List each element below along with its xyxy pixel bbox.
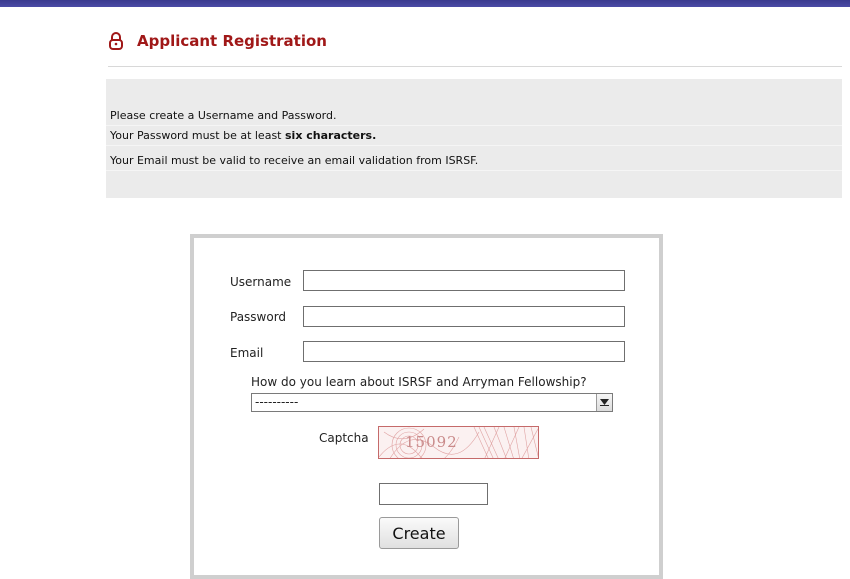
- title-divider: [108, 66, 842, 67]
- captcha-input[interactable]: [379, 483, 488, 505]
- instructions-panel: Please create a Username and Password. Y…: [106, 79, 842, 198]
- email-label: Email: [230, 346, 264, 360]
- page-title: Applicant Registration: [137, 32, 327, 50]
- username-input[interactable]: [303, 270, 625, 291]
- top-bar: [0, 0, 850, 7]
- instruction-line: Please create a Username and Password.: [106, 106, 842, 126]
- source-select[interactable]: ----------: [251, 393, 613, 412]
- email-input[interactable]: [303, 341, 625, 362]
- chevron-down-icon: [600, 399, 609, 406]
- password-label: Password: [230, 310, 287, 324]
- page-header: Applicant Registration: [108, 28, 327, 54]
- instruction-emphasis: six characters.: [285, 129, 377, 142]
- captcha-label: Captcha: [319, 431, 369, 445]
- captcha-noise: [379, 427, 538, 458]
- captcha-code: 15092: [405, 433, 458, 451]
- instruction-line: Your Password must be at least six chara…: [106, 126, 842, 146]
- username-label: Username: [230, 275, 292, 289]
- source-select-value: ----------: [255, 395, 299, 409]
- captcha-image: 15092: [378, 426, 539, 459]
- source-question-label: How do you learn about ISRSF and Arryman…: [251, 375, 587, 389]
- dropdown-arrow-icon[interactable]: [596, 394, 612, 411]
- instruction-text: Your Password must be at least: [110, 129, 285, 142]
- create-button[interactable]: Create: [379, 517, 459, 549]
- instruction-line: Your Email must be valid to receive an e…: [106, 151, 842, 171]
- password-input[interactable]: [303, 306, 625, 327]
- lock-icon: [109, 32, 123, 50]
- registration-form: Username Password Email How do you learn…: [190, 234, 663, 579]
